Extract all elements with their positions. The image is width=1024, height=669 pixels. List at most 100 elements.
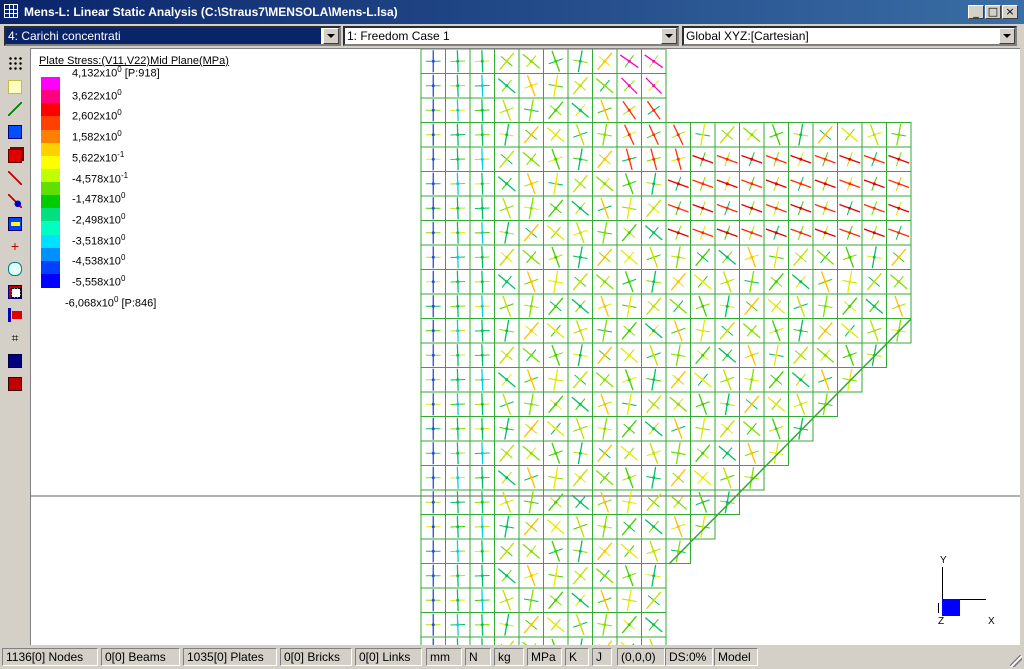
status-nodes: 1136[0] Nodes — [2, 648, 98, 666]
point-icon[interactable]: + — [5, 236, 25, 256]
stress-vector-node — [554, 280, 558, 284]
chevron-down-icon[interactable] — [323, 28, 339, 44]
stress-vector-node — [603, 84, 607, 88]
status-origin: (0,0,0) — [617, 648, 665, 666]
beam-icon[interactable] — [5, 99, 25, 119]
stress-vector-node — [603, 378, 607, 382]
stress-vector-node — [603, 427, 607, 431]
stress-vector-node — [701, 255, 705, 259]
stress-vector-node — [480, 59, 484, 63]
chevron-down-icon[interactable] — [661, 28, 677, 44]
stress-vector-node — [652, 255, 656, 259]
stress-vector-node — [823, 206, 827, 210]
status-force-unit[interactable]: N — [465, 648, 491, 666]
stress-vector-node — [799, 133, 803, 137]
section-icon[interactable] — [5, 305, 25, 325]
stress-vector-node — [480, 525, 484, 529]
chevron-down-icon[interactable] — [999, 28, 1015, 44]
stress-vector-node — [505, 157, 509, 161]
resize-grip[interactable] — [1010, 655, 1022, 667]
stress-vector-node — [652, 427, 656, 431]
stress-vector-node — [554, 231, 558, 235]
status-mass-unit[interactable]: kg — [494, 648, 524, 666]
status-stress-unit[interactable]: MPa — [527, 648, 562, 666]
force-icon[interactable] — [5, 214, 25, 234]
stress-vector-node — [603, 476, 607, 480]
stress-vector-node — [456, 525, 460, 529]
stress-vector-node — [799, 402, 803, 406]
stress-vector-node — [554, 59, 558, 63]
status-mode: Model — [714, 648, 758, 666]
plate-element — [567, 636, 593, 645]
freedom-case-select[interactable]: 1: Freedom Case 1 — [343, 26, 679, 46]
stress-vector-node — [823, 231, 827, 235]
stress-vector-node — [676, 525, 680, 529]
stress-vector-node — [456, 133, 460, 137]
stress-vector-node — [848, 206, 852, 210]
stress-vector-node — [578, 329, 582, 333]
legend-label: -4,578x10-1 — [72, 170, 129, 186]
app-grid-icon[interactable] — [4, 4, 18, 18]
stress-vector-node — [456, 182, 460, 186]
stress-vector-node — [774, 353, 778, 357]
stress-vector-node — [505, 280, 509, 284]
coordinate-system-select[interactable]: Global XYZ:[Cartesian] — [682, 26, 1017, 46]
load-case-select[interactable]: 4: Carichi concentrati — [4, 26, 341, 46]
stress-vector-node — [872, 280, 876, 284]
stress-vector-node — [725, 378, 729, 382]
status-energy-unit[interactable]: J — [592, 648, 612, 666]
dimension-icon[interactable]: ⌗ — [5, 328, 25, 348]
minimize-button[interactable]: _ — [968, 5, 984, 19]
stress-vector-node — [676, 157, 680, 161]
stress-vector-node — [774, 329, 778, 333]
stress-vector-node — [431, 451, 435, 455]
stress-vector-node — [578, 549, 582, 553]
stress-vector-node — [603, 525, 607, 529]
link-icon[interactable] — [5, 168, 25, 188]
stress-vector-node — [431, 133, 435, 137]
model-viewport[interactable]: Plate Stress:(V11,V22)Mid Plane(MPa) 4,1… — [30, 48, 1020, 645]
legend-swatch — [41, 273, 60, 288]
plate-mesh[interactable] — [31, 49, 1020, 645]
stress-vector-node — [627, 402, 631, 406]
grid-icon[interactable] — [5, 53, 25, 73]
stress-vector-node — [750, 280, 754, 284]
stress-vector-node — [529, 427, 533, 431]
status-length-unit[interactable]: mm — [426, 648, 462, 666]
stress-vector-node — [799, 206, 803, 210]
stress-vector-node — [848, 280, 852, 284]
maximize-button[interactable]: □ — [985, 5, 1001, 19]
status-temp-unit[interactable]: K — [565, 648, 589, 666]
plate-icon[interactable] — [5, 122, 25, 142]
close-button[interactable]: × — [1002, 5, 1018, 19]
stress-vector-node — [529, 402, 533, 406]
stress-vector-node — [848, 304, 852, 308]
stress-vector-node — [505, 525, 509, 529]
spring-icon[interactable] — [5, 259, 25, 279]
stress-vector-node — [578, 574, 582, 578]
stress-vector-node — [750, 182, 754, 186]
stress-vector-node — [774, 255, 778, 259]
blue-square-icon[interactable] — [5, 351, 25, 371]
stress-vector-node — [823, 133, 827, 137]
legend-swatch — [41, 260, 60, 275]
stress-vector-node — [897, 206, 901, 210]
stress-vector-node — [529, 329, 533, 333]
restraint-icon[interactable] — [5, 191, 25, 211]
stress-vector-node — [578, 378, 582, 382]
stress-vector-node — [872, 304, 876, 308]
node-icon[interactable] — [5, 77, 25, 97]
stress-vector-node — [554, 427, 558, 431]
stress-vector-node — [897, 304, 901, 308]
stress-icon[interactable] — [5, 282, 25, 302]
stress-vector-node — [627, 378, 631, 382]
stress-vector-node — [431, 500, 435, 504]
stress-vector-node — [652, 574, 656, 578]
stress-vector-node — [652, 231, 656, 235]
stress-vector-node — [431, 255, 435, 259]
brick-icon[interactable] — [5, 146, 25, 166]
stress-vector-node — [554, 476, 558, 480]
stress-vector-node — [652, 329, 656, 333]
red-cube-icon[interactable] — [5, 374, 25, 394]
stress-vector-node — [676, 206, 680, 210]
